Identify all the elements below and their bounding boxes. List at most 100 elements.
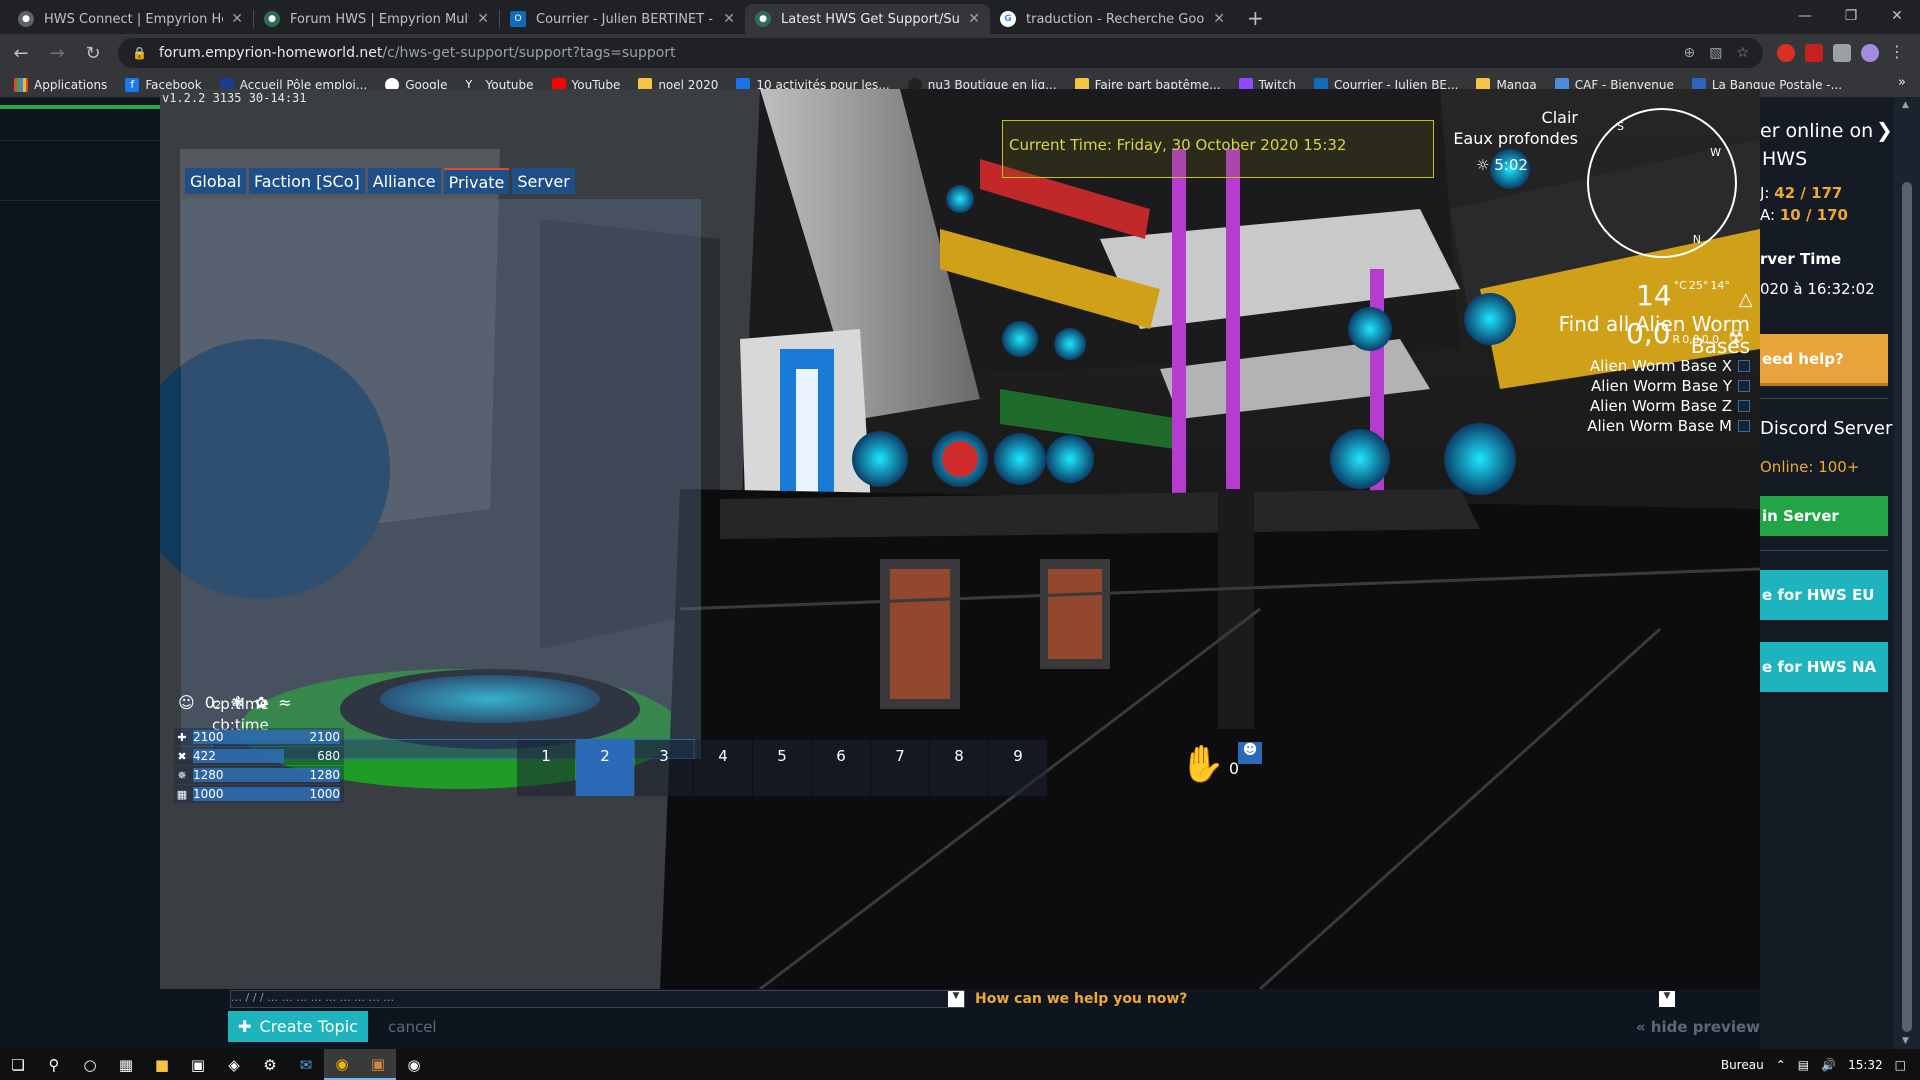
hotbar-slot-4[interactable]: 4 — [694, 740, 752, 796]
forward-icon[interactable]: → — [42, 38, 72, 68]
empyrion-icon[interactable]: ▣ — [360, 1049, 396, 1080]
players-online-sub: HWS — [1762, 148, 1808, 170]
mission-objective: Alien Worm Base Z — [1590, 397, 1750, 415]
minimize-icon[interactable]: — — [1782, 0, 1828, 32]
outlook-icon: O — [510, 11, 526, 27]
create-topic-button[interactable]: ✚ Create Topic — [228, 1011, 368, 1042]
chat-tabs: Global Faction [SCo] Alliance Private Se… — [185, 168, 575, 194]
network-icon[interactable]: ▤ — [1798, 1058, 1809, 1072]
menu-icon[interactable]: ⋮ — [1889, 44, 1905, 62]
divider — [0, 200, 160, 201]
clock[interactable]: 15:32 — [1848, 1058, 1883, 1072]
puzzle-icon[interactable] — [1833, 44, 1851, 62]
composer-editor[interactable]: … / / / … … … … … … … … … ▼ — [230, 990, 965, 1008]
chevron-right-icon[interactable]: ❯ — [1876, 118, 1893, 142]
extension-icon[interactable] — [1777, 44, 1795, 62]
hotbar-slot-3[interactable]: 3 — [635, 740, 693, 796]
players-online-title: er online on — [1760, 120, 1874, 142]
volume-icon[interactable]: 🔊 — [1821, 1058, 1836, 1072]
mail-icon[interactable]: ✉ — [288, 1049, 324, 1080]
close-icon[interactable]: ✕ — [231, 11, 243, 27]
browser-tab-4[interactable]: ●Latest HWS Get Support/Suppor…✕ — [745, 4, 990, 34]
system-tray: Bureau ⌃ ▤ 🔊 15:32 □ — [1721, 1049, 1906, 1080]
player-icon[interactable]: ☻ — [1238, 742, 1262, 764]
weather-condition: Clair — [1541, 108, 1578, 127]
steam-icon[interactable]: ⚙ — [252, 1049, 288, 1080]
cancel-link[interactable]: cancel — [388, 1018, 437, 1036]
notification-icon[interactable]: □ — [1895, 1058, 1906, 1072]
chrome-icon[interactable]: ◉ — [324, 1049, 360, 1080]
close-window-icon[interactable]: ✕ — [1874, 0, 1920, 32]
hws-na-button[interactable]: e for HWS NA — [1760, 642, 1888, 692]
app-icon[interactable]: ◈ — [216, 1049, 252, 1080]
lock-icon: 🔒 — [132, 46, 147, 60]
browser-tab-3[interactable]: OCourrier - Julien BERTINET - Outl…✕ — [500, 4, 745, 34]
chat-tab-global[interactable]: Global — [185, 168, 247, 194]
install-icon[interactable]: ⊕ — [1683, 45, 1695, 61]
hide-preview-link[interactable]: « hide preview — [1636, 1018, 1760, 1036]
file-explorer-icon[interactable]: ■ — [144, 1049, 180, 1080]
close-icon[interactable]: ✕ — [968, 11, 980, 27]
hotbar-slot-8[interactable]: 8 — [930, 740, 988, 796]
reload-icon[interactable]: ↻ — [78, 38, 108, 68]
windows-start-icon[interactable]: ❏ — [0, 1049, 36, 1080]
translate-icon[interactable]: ▧ — [1709, 45, 1722, 61]
chat-tab-faction[interactable]: Faction [SCo] — [249, 168, 365, 194]
browser-tab-1[interactable]: ●HWS Connect | Empyrion Home…✕ — [8, 4, 253, 34]
page-scrollbar[interactable]: ▲ ▼ — [1894, 98, 1920, 1049]
hotbar-slot-2[interactable]: 2 — [576, 740, 634, 796]
close-icon[interactable]: ✕ — [1213, 11, 1225, 27]
cortana-icon[interactable]: ○ — [72, 1049, 108, 1080]
extension-icon[interactable] — [1805, 44, 1823, 62]
tab-favicon: ● — [264, 11, 280, 27]
back-icon[interactable]: ← — [6, 38, 36, 68]
eu-players: J: 42 / 177 — [1760, 184, 1843, 202]
search-icon[interactable]: ⚲ — [36, 1049, 72, 1080]
category-select[interactable]: How can we help you now? ▼ — [975, 991, 1675, 1009]
hws-eu-button[interactable]: e for HWS EU — [1760, 570, 1888, 620]
chevron-up-icon[interactable]: ⌃ — [1776, 1058, 1786, 1072]
close-icon[interactable]: ✕ — [477, 11, 489, 27]
hotbar-slot-7[interactable]: 7 — [871, 740, 929, 796]
hotbar-slot-6[interactable]: 6 — [812, 740, 870, 796]
compass: S W N — [1587, 108, 1737, 258]
temperature-readout: 14 °C 25° 14° △ — [1636, 279, 1753, 312]
health-icon: ✚ — [177, 730, 187, 744]
warning-icon: △ — [1738, 289, 1753, 310]
radiation-status-icon: ✿ — [254, 693, 269, 712]
scroll-up-icon[interactable]: ▲ — [1902, 100, 1909, 110]
address-bar[interactable]: 🔒 forum.empyrion-homeworld.net/c/hws-get… — [118, 38, 1763, 68]
browser-tab-5[interactable]: Gtraduction - Recherche Google ✕ — [990, 4, 1235, 34]
browser-tab-2[interactable]: ●Forum HWS | Empyrion Multiplay…✕ — [254, 4, 499, 34]
chevron-down-icon[interactable]: ▼ — [948, 991, 964, 1007]
game-window[interactable]: v1.2.2 3135 30-14:31 Global Faction [SCo… — [160, 89, 1760, 989]
current-time-banner: Current Time: Friday, 30 October 2020 15… — [1002, 120, 1434, 178]
status-icons: ☺ 02 ❃ ✿ ≈ — [178, 693, 291, 712]
discord-title: Discord Server — [1760, 418, 1893, 439]
bookmark-apps[interactable]: Applications — [14, 77, 107, 92]
join-server-button[interactable]: in Server — [1760, 496, 1888, 536]
signal-icon: ≈ — [278, 693, 292, 712]
hotbar-slot-1[interactable]: 1 — [517, 740, 575, 796]
scrollbar-thumb[interactable] — [1902, 182, 1912, 1032]
need-help-button[interactable]: eed help? — [1760, 334, 1888, 386]
chat-tab-server[interactable]: Server — [512, 168, 575, 194]
scroll-down-icon[interactable]: ▼ — [1902, 1036, 1909, 1046]
mission-objective: Alien Worm Base Y — [1591, 377, 1750, 395]
desktop-label[interactable]: Bureau — [1721, 1058, 1764, 1072]
new-tab-button[interactable]: + — [1247, 6, 1264, 30]
chat-tab-alliance[interactable]: Alliance — [367, 168, 441, 194]
avatar[interactable] — [1861, 44, 1879, 62]
hotbar-slot-5[interactable]: 5 — [753, 740, 811, 796]
restore-icon[interactable]: ❐ — [1828, 0, 1874, 32]
chevron-down-icon[interactable]: ▼ — [1659, 991, 1675, 1007]
task-view-icon[interactable]: ▦ — [108, 1049, 144, 1080]
bookmarks-more-icon[interactable]: » — [1898, 75, 1906, 90]
app-icon[interactable]: ◉ — [396, 1049, 432, 1080]
bookmark-star-icon[interactable]: ☆ — [1736, 45, 1749, 61]
close-icon[interactable]: ✕ — [723, 11, 735, 27]
chat-tab-private[interactable]: Private — [443, 168, 510, 194]
stat-stamina: ✵ 1280 1280 — [174, 766, 344, 784]
store-icon[interactable]: ▣ — [180, 1049, 216, 1080]
hotbar-slot-9[interactable]: 9 — [989, 740, 1047, 796]
